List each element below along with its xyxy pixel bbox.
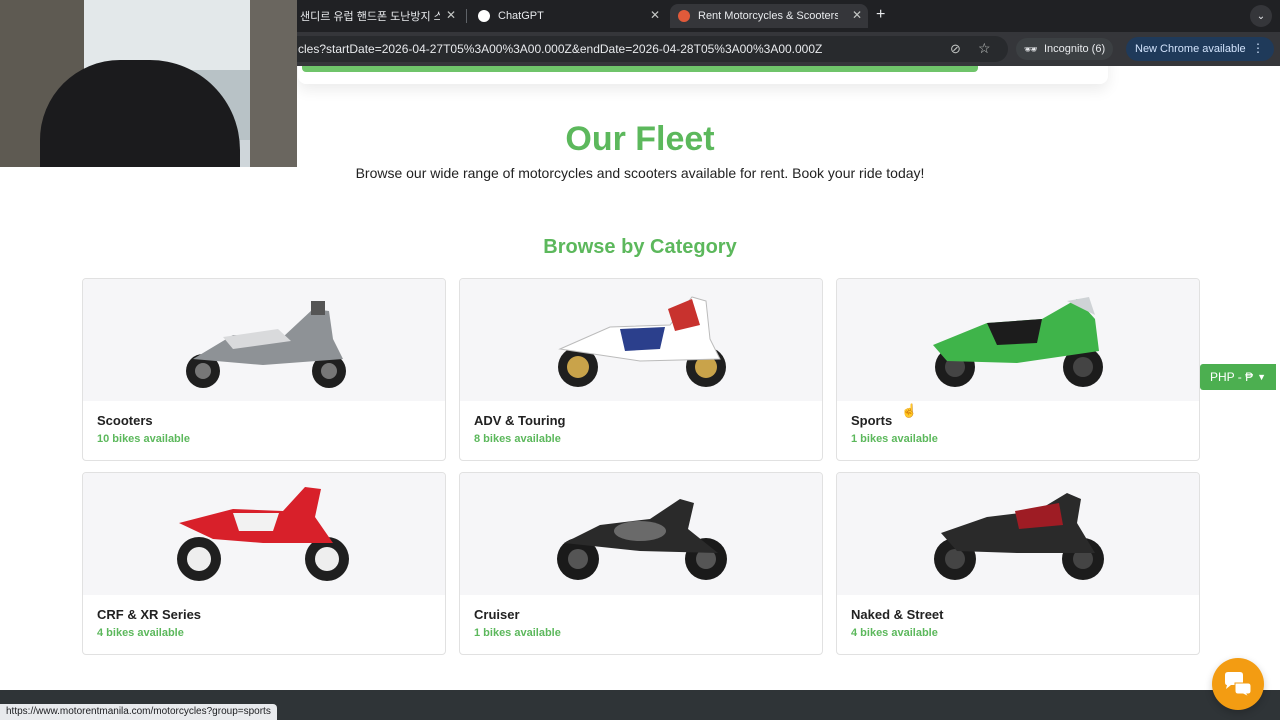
- category-count: 8 bikes available: [474, 433, 561, 445]
- section-title: Browse by Category: [543, 236, 737, 258]
- more-menu-icon[interactable]: ⋮: [1252, 41, 1264, 55]
- new-tab-icon[interactable]: +: [876, 6, 885, 24]
- category-name: Naked & Street: [851, 607, 944, 622]
- hand-cursor-icon: ☝: [901, 403, 918, 418]
- address-bar-url: cles?startDate=2026-04-27T05%3A00%3A00.0…: [298, 42, 823, 56]
- incognito-indicator[interactable]: 🕶 Incognito (6): [1016, 38, 1114, 60]
- category-name: Scooters: [97, 413, 153, 428]
- bookmark-star-icon[interactable]: ☆: [978, 40, 991, 57]
- tab-title: 샌디르 유럽 핸드폰 도난방지 스트랩: [300, 11, 440, 23]
- category-count: 1 bikes available: [851, 433, 938, 445]
- category-card-naked-street[interactable]: Naked & Street 4 bikes available: [836, 472, 1200, 655]
- category-count: 1 bikes available: [474, 627, 561, 639]
- incognito-icon: 🕶: [1024, 43, 1038, 56]
- chat-bubbles-icon: [1225, 672, 1252, 697]
- close-icon[interactable]: ✕: [650, 8, 660, 22]
- tab-chatgpt[interactable]: ChatGPT ✕: [470, 4, 666, 28]
- tab-title: Rent Motorcycles & Scooters: [698, 10, 838, 22]
- chat-button[interactable]: [1212, 658, 1264, 710]
- page-subtitle: Browse our wide range of motorcycles and…: [355, 165, 925, 181]
- chatgpt-favicon-icon: [478, 10, 490, 22]
- category-image: [460, 473, 822, 595]
- category-name: ADV & Touring: [474, 413, 566, 428]
- caret-down-icon: ▼: [1257, 372, 1267, 382]
- chrome-update-button[interactable]: New Chrome available ⋮: [1126, 37, 1274, 61]
- naked-motorcycle-icon: [934, 493, 1104, 580]
- eye-off-icon[interactable]: ⊘: [950, 41, 961, 57]
- category-name: Cruiser: [474, 607, 520, 622]
- category-count: 10 bikes available: [97, 433, 190, 445]
- tab-phone-strap[interactable]: 샌디르 유럽 핸드폰 도난방지 스트랩 ✕: [292, 4, 462, 28]
- update-label: New Chrome available: [1135, 43, 1246, 55]
- category-count: 4 bikes available: [97, 627, 184, 639]
- currency-label: PHP - ₱: [1209, 370, 1254, 384]
- close-icon[interactable]: ✕: [446, 8, 456, 22]
- category-image: [83, 279, 445, 401]
- tab-rent-motorcycles[interactable]: Rent Motorcycles & Scooters ✕: [670, 4, 868, 28]
- dirt-bike-icon: [177, 487, 349, 581]
- category-card-adv-touring[interactable]: ADV & Touring 8 bikes available: [459, 278, 823, 461]
- close-icon[interactable]: ✕: [852, 8, 862, 22]
- currency-selector[interactable]: PHP - ₱ ▼: [1200, 364, 1276, 390]
- webcam-overlay: [0, 0, 297, 167]
- booking-progress-bar: [302, 66, 978, 72]
- scooter-icon: [186, 301, 346, 388]
- webcam-frame: [250, 0, 297, 167]
- category-image: [837, 473, 1199, 595]
- category-card-crf-xr[interactable]: CRF & XR Series 4 bikes available: [82, 472, 446, 655]
- tab-separator: [466, 9, 467, 23]
- tab-search-chevron-icon[interactable]: ⌄: [1250, 5, 1272, 27]
- tab-title: ChatGPT: [498, 10, 544, 22]
- category-image: [83, 473, 445, 595]
- site-favicon-icon: [678, 10, 690, 22]
- incognito-label: Incognito (6): [1043, 43, 1106, 55]
- link-status-bar: https://www.motorentmanila.com/motorcycl…: [0, 704, 277, 720]
- category-name: CRF & XR Series: [97, 607, 202, 622]
- category-card-sports[interactable]: Sports 1 bikes available: [836, 278, 1200, 461]
- category-name: Sports: [851, 413, 893, 428]
- adv-motorcycle-icon: [558, 296, 726, 387]
- category-image: [460, 279, 822, 401]
- sport-motorcycle-icon: [933, 297, 1103, 387]
- category-card-scooters[interactable]: Scooters 10 bikes available: [82, 278, 446, 461]
- category-count: 4 bikes available: [851, 627, 938, 639]
- cruiser-motorcycle-icon: [557, 499, 727, 580]
- address-bar[interactable]: cles?startDate=2026-04-27T05%3A00%3A00.0…: [296, 36, 1008, 62]
- category-image: [837, 279, 1199, 401]
- category-card-cruiser[interactable]: Cruiser 1 bikes available: [459, 472, 823, 655]
